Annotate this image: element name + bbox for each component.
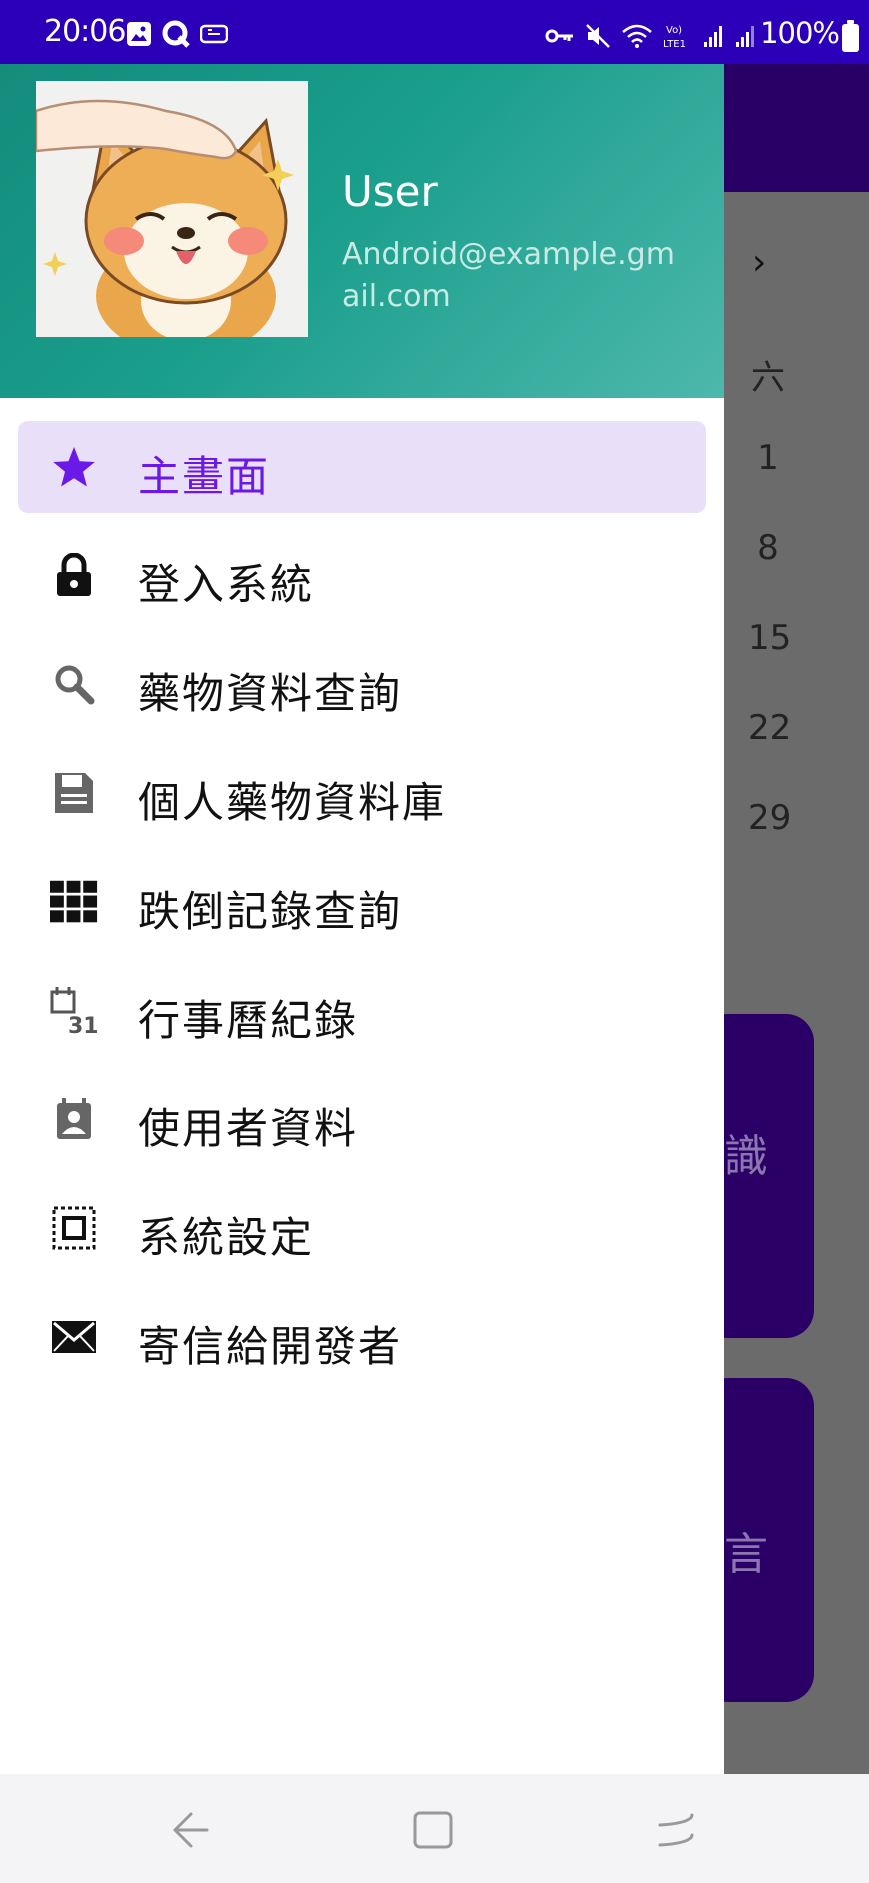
menu-label: 使用者資料	[138, 1104, 359, 1153]
grid-icon	[50, 878, 98, 926]
wifi-icon	[621, 23, 653, 53]
menu-item-email-developer[interactable]: 寄信給開發者	[18, 1291, 706, 1383]
system-nav-bar	[0, 1774, 869, 1883]
weekday-label: 六	[751, 358, 785, 398]
calendar-date[interactable]: 22	[748, 708, 791, 748]
home-icon[interactable]	[405, 1802, 461, 1858]
battery-percent: 100%	[760, 16, 840, 50]
menu-item-system-settings[interactable]: 系統設定	[18, 1182, 706, 1274]
menu-item-drug-search[interactable]: 藥物資料查詢	[18, 638, 706, 730]
svg-text:Vo): Vo)	[666, 25, 682, 36]
contact-icon	[50, 1095, 98, 1143]
signal-icon	[703, 24, 725, 52]
status-time: 20:06	[44, 14, 126, 49]
settings-frame-icon	[50, 1204, 98, 1252]
signal-icon-2	[735, 24, 757, 52]
next-month-chevron-icon[interactable]: ›	[752, 242, 766, 283]
save-icon	[50, 769, 98, 817]
background-card-1-label: 識	[724, 1131, 768, 1182]
menu-label: 藥物資料查詢	[138, 669, 403, 718]
drawer-header: User Android@example.gmail.com	[0, 64, 724, 398]
calendar-date[interactable]: 29	[748, 798, 791, 838]
calendar-date[interactable]: 8	[748, 528, 788, 568]
menu-item-calendar-records[interactable]: 31 行事曆紀錄	[18, 965, 706, 1057]
menu-label: 登入系統	[138, 560, 315, 609]
calendar-31-icon: 31	[50, 987, 98, 1036]
battery-icon	[842, 20, 859, 52]
svg-text:31: 31	[68, 1014, 98, 1036]
calendar-date[interactable]: 1	[748, 438, 788, 478]
menu-item-home[interactable]: 主畫面	[18, 421, 706, 513]
lock-icon	[50, 551, 98, 599]
menu-item-login[interactable]: 登入系統	[18, 529, 706, 621]
recents-icon[interactable]	[648, 1802, 704, 1858]
menu-label: 主畫面	[138, 452, 271, 501]
menu-item-personal-drug-db[interactable]: 個人藥物資料庫	[18, 747, 706, 839]
menu-label: 行事曆紀錄	[138, 996, 359, 1045]
calendar-date[interactable]: 15	[748, 618, 791, 658]
mute-icon	[585, 23, 611, 53]
back-icon[interactable]	[162, 1802, 218, 1858]
menu-item-fall-records[interactable]: 跌倒記錄查詢	[18, 856, 706, 948]
menu-label: 個人藥物資料庫	[138, 778, 447, 827]
background-card-2-label: 言	[724, 1529, 768, 1580]
user-name: User	[342, 167, 438, 216]
key-icon	[545, 26, 575, 50]
image-icon	[126, 21, 152, 51]
background-app-bar	[724, 64, 869, 192]
menu-label: 系統設定	[138, 1213, 315, 1262]
star-icon	[50, 443, 98, 491]
user-email: Android@example.gmail.com	[342, 237, 675, 314]
menu-item-user-profile[interactable]: 使用者資料	[18, 1073, 706, 1165]
mail-icon	[50, 1313, 98, 1361]
q-app-icon	[162, 20, 190, 52]
menu-label: 跌倒記錄查詢	[138, 887, 403, 936]
status-bar: 20:06 Vo) LTE1 100%	[0, 0, 869, 64]
menu-label: 寄信給開發者	[138, 1322, 403, 1371]
ticket-icon	[199, 23, 229, 49]
navigation-drawer: User Android@example.gmail.com 主畫面 登入系統 …	[0, 64, 724, 1774]
search-icon	[50, 660, 98, 708]
svg-text:LTE1: LTE1	[663, 39, 686, 50]
avatar[interactable]	[36, 81, 308, 337]
volte-icon: Vo) LTE1	[663, 22, 693, 54]
